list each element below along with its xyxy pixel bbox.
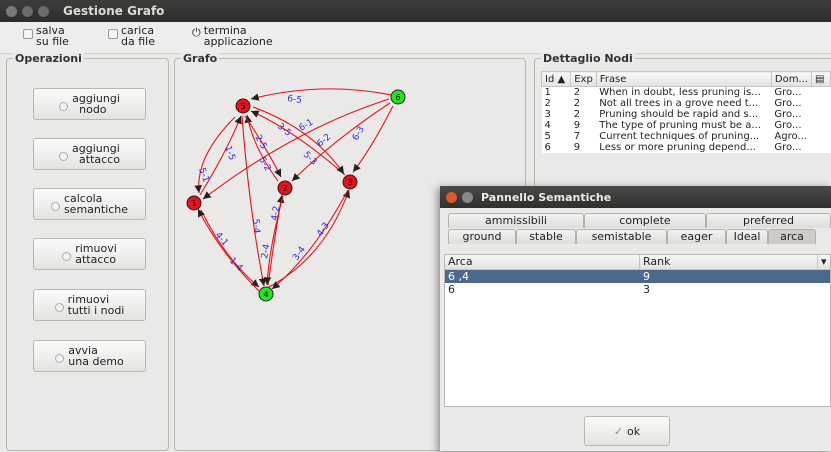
check-icon: ✓ [613,424,624,438]
column-header[interactable]: Exp [570,71,597,87]
window-title: Gestione Grafo [63,4,165,18]
tab-eager[interactable]: eager [667,229,726,244]
dialog-titlebar: Pannello Semantiche [440,186,831,208]
dialog-close-icon[interactable] [446,191,457,203]
edge-label: 5-2 [256,156,272,174]
minimize-window-icon[interactable] [22,5,33,17]
edge-3-4 [271,189,349,290]
arca-table-header: Arca Rank ▾ [445,255,830,270]
tab-semistable[interactable]: semistable [576,229,667,244]
column-header[interactable]: Frase [595,71,772,87]
dialog-title: Pannello Semantiche [481,190,612,204]
edge-label: 4-2 [270,205,282,221]
tab-ideal[interactable]: Ideal [726,229,768,244]
dialog-minimize-icon[interactable] [462,191,473,203]
add-node-button[interactable]: aggiungi nodo [33,88,146,120]
table-row[interactable]: 5 7 Current techniques of pruning... Agro..… [541,131,831,142]
node-label: 6 [395,93,400,102]
node-label: 3 [347,178,352,187]
edge-label: 2-4 [260,243,272,259]
edge-label: 6-1 [298,118,316,134]
load-from-file-button[interactable]: carica da file [108,25,155,47]
table-row[interactable]: 6 9 Less or more pruning depend... Gro... [541,142,831,153]
operations-panel-title: Operazioni [13,52,84,65]
tab-row-1: ammissibili complete preferred [448,213,831,228]
save-to-file-button[interactable]: salva su file [23,25,69,47]
node-label: 5 [240,102,245,111]
node-label: 2 [282,184,287,193]
edge-6-5 [250,88,392,101]
edge-label: 6-5 [287,94,303,106]
toolbar: salva su file carica da file ⏻ termina appl… [0,22,831,54]
edge-label: 1-5 [222,145,236,162]
edge-label: 5-3 [301,150,318,167]
sort-desc-icon[interactable]: ▾ [818,255,830,269]
close-window-icon[interactable] [6,5,17,17]
node-label: 1 [191,199,196,208]
node-detail-panel-title: Dettaglio Nodi [541,52,635,65]
tab-preferred[interactable]: preferred [706,213,831,228]
power-icon: ⏻ [192,26,201,39]
table-row[interactable]: 6 3 [445,283,830,296]
add-node-icon [59,101,69,111]
arca-table: Arca Rank ▾ 6 ,4 9 6 3 [444,254,831,407]
ok-button[interactable]: ✓ ok [584,416,670,446]
remove-all-icon [54,302,64,312]
compute-semantics-icon [50,201,60,211]
node-label: 4 [263,290,268,299]
column-header[interactable]: Arca [445,255,640,269]
tab-ammissibili[interactable]: ammissibili [448,213,584,228]
edge-label: 4-3 [315,221,332,239]
tab-arca[interactable]: arca [768,229,816,244]
table-row[interactable]: 6 ,4 9 [445,270,830,283]
tab-ground[interactable]: ground [448,229,516,244]
table-row[interactable]: 4 9 The type of pruning must be a... Gro... [541,120,831,131]
maximize-window-icon[interactable] [38,5,49,17]
demo-icon [55,353,65,363]
add-attack-icon [59,151,69,161]
column-header[interactable]: Rank [640,255,818,269]
node-detail-table: Id ▲ Exp Frase Dom... ▤ 1 2 When in doubt,… [540,71,831,153]
add-attack-button[interactable]: aggiungi attacco [33,138,146,170]
tab-row-2: ground stable semistable eager Ideal arc… [448,229,816,244]
table-row[interactable]: 1 2 When in doubt, less pruning is... Gro..… [541,86,831,98]
tab-stable[interactable]: stable [516,229,576,244]
column-picker-icon[interactable]: ▤ [810,71,831,87]
table-row[interactable]: 3 2 Pruning should be rapid and s... Gro... [541,109,831,120]
remove-all-nodes-button[interactable]: rimuovi tutti i nodi [33,289,146,321]
table-row[interactable]: 2 2 Not all trees in a grove need t... Gro.… [541,98,831,109]
quit-application-button[interactable]: ⏻ termina applicazione [192,25,273,47]
edge-label: 6-3 [351,125,367,143]
run-demo-button[interactable]: avvia una demo [33,340,146,372]
column-header[interactable]: Id ▲ [540,71,572,87]
edge-label: 5-4 [250,218,261,234]
remove-attack-icon [62,251,72,261]
window-titlebar: Gestione Grafo [0,0,831,22]
load-icon [108,29,118,39]
edge-label: 4-1 [213,231,230,249]
remove-attack-button[interactable]: rimuovi attacco [33,238,146,270]
column-header[interactable]: Dom... [770,71,812,87]
compute-semantics-button[interactable]: calcola semantiche [33,188,146,220]
tab-complete[interactable]: complete [584,213,706,228]
save-icon [23,29,33,39]
semantics-dialog: Pannello Semantiche ammissibili complete… [440,186,831,451]
